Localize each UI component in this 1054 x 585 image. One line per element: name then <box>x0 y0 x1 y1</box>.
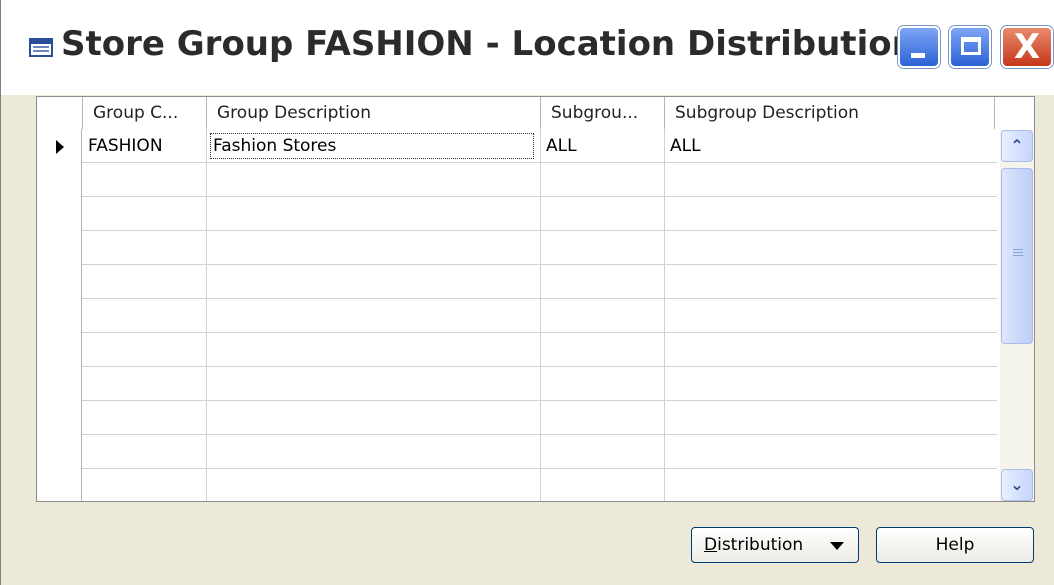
column-header-subgroup-code[interactable]: Subgrou... <box>540 97 665 129</box>
row-selector[interactable] <box>37 401 82 435</box>
column-divider <box>540 129 541 501</box>
column-divider <box>664 129 665 501</box>
row-selector[interactable] <box>37 197 82 231</box>
row-selector[interactable] <box>37 231 82 265</box>
close-icon: X <box>1013 27 1041 67</box>
table-row[interactable] <box>37 333 997 367</box>
table-row[interactable] <box>37 367 997 401</box>
vertical-scrollbar[interactable]: ⌃ ⌄ <box>1000 130 1034 501</box>
distribution-grid[interactable]: Group C... Group Description Subgrou... … <box>36 96 1035 502</box>
distribution-button[interactable]: Distribution <box>691 527 859 563</box>
table-row[interactable] <box>37 265 997 299</box>
table-row[interactable] <box>37 469 997 501</box>
column-header-group-code[interactable]: Group C... <box>82 97 207 129</box>
column-header-subgroup-description[interactable]: Subgroup Description <box>664 97 994 129</box>
row-selector[interactable] <box>37 469 82 501</box>
row-selector[interactable] <box>37 333 82 367</box>
table-row[interactable] <box>37 197 997 231</box>
row-selector[interactable] <box>37 163 82 197</box>
cell-subgroup-code[interactable]: ALL <box>540 129 664 163</box>
column-header-end <box>994 97 997 129</box>
chevron-up-icon: ⌃ <box>1010 136 1024 155</box>
cell-subgroup-description[interactable]: ALL <box>664 129 994 163</box>
table-row[interactable] <box>37 435 997 469</box>
maximize-button[interactable] <box>949 26 991 68</box>
focused-cell-value[interactable]: Fashion Stores <box>210 133 534 159</box>
table-row[interactable] <box>37 163 997 197</box>
row-selector[interactable] <box>37 299 82 333</box>
table-row[interactable] <box>37 401 997 435</box>
location-distribution-window: Store Group FASHION - Location Distribut… <box>0 0 1054 585</box>
row-selector[interactable] <box>37 265 82 299</box>
form-icon <box>29 38 53 57</box>
row-selector[interactable] <box>37 367 82 401</box>
close-button[interactable]: X <box>1001 26 1053 68</box>
maximize-icon <box>961 37 981 55</box>
current-row-indicator-icon <box>56 140 64 154</box>
help-button[interactable]: Help <box>876 527 1034 563</box>
dropdown-arrow-icon <box>830 542 844 550</box>
window-title: Store Group FASHION - Location Distribut… <box>61 24 916 64</box>
minimize-icon <box>911 53 925 58</box>
row-selector[interactable] <box>37 129 82 163</box>
column-header-group-description[interactable]: Group Description <box>206 97 541 129</box>
column-divider <box>206 129 207 501</box>
grid-header: Group C... Group Description Subgrou... … <box>37 97 997 129</box>
distribution-mnemonic: D <box>704 535 718 555</box>
distribution-label: istribution <box>717 535 804 555</box>
cell-group-description[interactable]: Fashion Stores <box>206 129 540 163</box>
table-row[interactable]: FASHION Fashion Stores ALL ALL <box>37 129 997 163</box>
chevron-down-icon: ⌄ <box>1010 475 1024 494</box>
table-row[interactable] <box>37 231 997 265</box>
scroll-down-button[interactable]: ⌄ <box>1001 469 1033 501</box>
cell-group-code[interactable]: FASHION <box>82 129 206 163</box>
title-bar[interactable]: Store Group FASHION - Location Distribut… <box>1 0 1054 95</box>
scroll-up-button[interactable]: ⌃ <box>1001 130 1033 162</box>
row-selector[interactable] <box>37 435 82 469</box>
scroll-thumb[interactable] <box>1001 168 1033 344</box>
minimize-button[interactable] <box>898 26 940 68</box>
table-row[interactable] <box>37 299 997 333</box>
